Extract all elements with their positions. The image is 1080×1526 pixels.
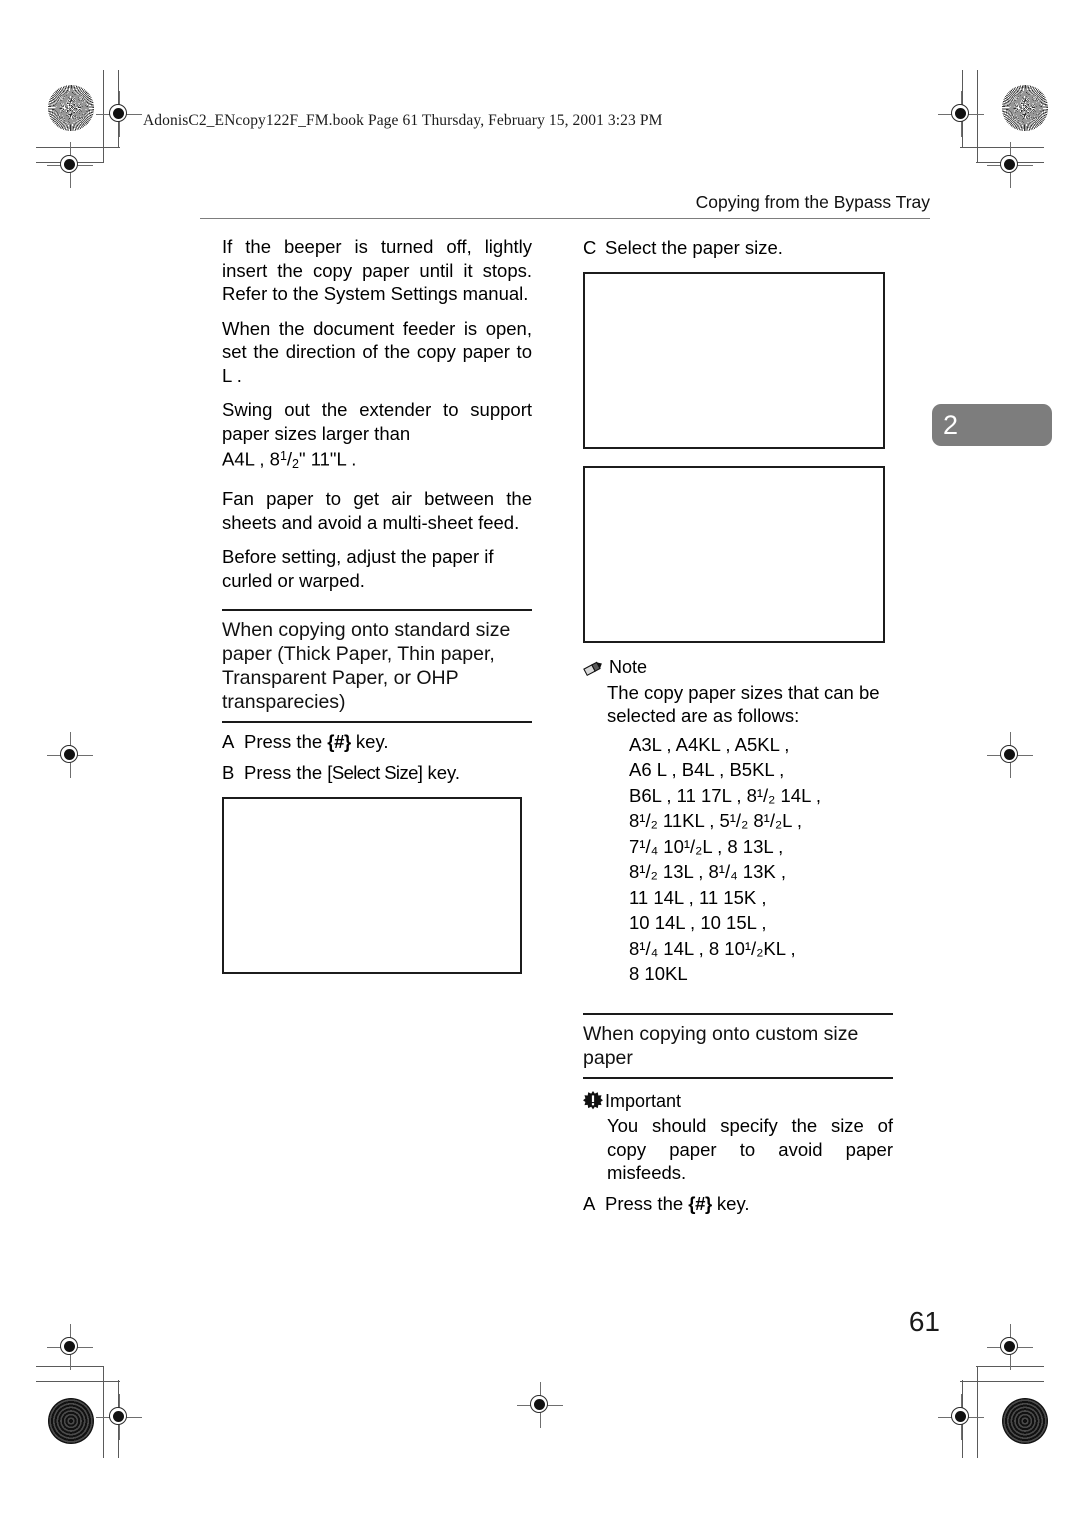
paragraph-extender: Swing out the extender to support paper … [222, 398, 532, 476]
hash-key-label: {#} [327, 731, 351, 753]
section-custom-size-paper: When copying onto custom size paper [583, 1012, 893, 1079]
extender-size-denominator: 2 [292, 456, 299, 471]
step-text-post: key. [711, 1192, 750, 1214]
step-marker: A [222, 731, 235, 753]
figure-placeholder-paper-size-screen-1 [583, 272, 885, 449]
step-marker: A [583, 1192, 596, 1214]
note-header: Note [583, 656, 893, 680]
registration-target [517, 1382, 563, 1428]
paragraph-extender-text: Swing out the extender to support paper … [222, 399, 532, 444]
important-header: Important [583, 1090, 893, 1114]
step-c-select-paper-size: C Select the paper size. [583, 235, 893, 260]
registration-rosette [1002, 1398, 1048, 1444]
paper-size-row: 8¹/₂ 13L , 8¹/₄ 13K , [629, 861, 786, 882]
paragraph-beeper: If the beeper is turned off, lightly ins… [222, 236, 532, 304]
running-header-rule [200, 218, 930, 220]
paper-size-row: A3L , A4KL , A5KL , [629, 733, 790, 755]
step-marker: B [222, 762, 235, 784]
step-a-standard: A Press the {#} key. [222, 729, 532, 754]
figure-placeholder-select-size-screen [222, 797, 522, 975]
extender-size-tail: " 11"L . [299, 448, 357, 470]
registration-target [47, 732, 93, 778]
note-body: The copy paper sizes that can be selecte… [607, 681, 880, 727]
select-size-key-label: [Select Size] [327, 762, 423, 784]
paper-size-row: 11 14L , 11 15K , [629, 886, 767, 908]
step-text: Press the {#} key. [244, 729, 532, 754]
step-marker: C [583, 237, 597, 258]
registration-rosette [48, 85, 94, 131]
crop-mark-line [960, 1381, 1044, 1382]
important-label: Important [605, 1090, 682, 1111]
registration-target [96, 91, 142, 137]
running-header: Copying from the Bypass Tray [695, 192, 930, 212]
step-text: Press the [Select Size] key. [244, 760, 532, 785]
step-text-post: key. [350, 731, 389, 753]
registration-rosette [1002, 85, 1048, 131]
registration-target [987, 142, 1033, 188]
section-heading-standard: When copying onto standard size paper (T… [222, 619, 511, 714]
section-heading-custom: When copying onto custom size paper [583, 1022, 859, 1069]
registration-target [47, 1324, 93, 1370]
paper-size-row: A6 L , B4L , B5KL , [629, 759, 785, 780]
paper-size-row: 10 14L , 10 15L , [629, 912, 767, 933]
hash-key-label: {#} [688, 1192, 712, 1214]
registration-target [987, 1324, 1033, 1370]
step-text-pre: Press the [244, 762, 328, 784]
important-block: Important You should specify the size of… [583, 1090, 893, 1185]
registration-target [938, 91, 984, 137]
step-text: Select the paper size. [605, 237, 783, 258]
step-text-pre: Press the [244, 731, 328, 753]
extender-size-head: A4L , 8 [222, 448, 280, 470]
section-standard-size-paper: When copying onto standard size paper (T… [222, 609, 532, 724]
document-page: AdonisC2_ENcopy122F_FM.book Page 61 Thur… [0, 0, 1080, 1526]
paper-size-row: 8 10KL [629, 963, 688, 984]
step-a-custom: A Press the {#} key. [583, 1191, 893, 1216]
paper-size-list: A3L , A4KL , A5KL , A6 L , B4L , B5KL , … [583, 732, 893, 987]
paper-size-row: 7¹/₄ 10¹/₂L , 8 13L , [629, 835, 784, 857]
registration-target [938, 1394, 984, 1440]
exclamation-burst-icon [583, 1091, 603, 1111]
right-column: C Select the paper size. Note The copy p… [583, 235, 893, 1216]
paragraph-fan-paper: Fan paper to get air between the sheets … [222, 488, 532, 533]
registration-rosette [48, 1398, 94, 1444]
paper-size-row: 8¹/₂ 11KL , 5¹/₂ 8¹/₂L , [629, 810, 803, 831]
paper-size-row: B6L , 11 17L , 8¹/₂ 14L , [629, 784, 821, 806]
registration-target [987, 732, 1033, 778]
chapter-tab: 2 [932, 404, 1052, 446]
important-body: You should specify the size of copy pape… [607, 1115, 893, 1183]
registration-target [47, 142, 93, 188]
paragraph-curled-paper: Before setting, adjust the paper if curl… [222, 546, 494, 591]
note-block: Note The copy paper sizes that can be se… [583, 656, 893, 728]
step-text: Press the {#} key. [605, 1191, 893, 1216]
left-column: If the beeper is turned off, lightly ins… [222, 235, 532, 975]
book-file-slugline: AdonisC2_ENcopy122F_FM.book Page 61 Thur… [143, 112, 663, 129]
paper-size-row: 8¹/₄ 14L , 8 10¹/₂KL , [629, 937, 796, 959]
registration-target [96, 1394, 142, 1440]
step-b-standard: B Press the [Select Size] key. [222, 760, 532, 785]
step-text-post: key. [422, 762, 461, 784]
figure-placeholder-paper-size-screen-2 [583, 466, 885, 643]
extender-size-numerator: 1 [279, 449, 287, 463]
pencil-icon [583, 659, 604, 677]
crop-mark-line [36, 1381, 120, 1382]
step-text-pre: Press the [605, 1192, 689, 1214]
page-number: 61 [908, 1306, 940, 1337]
note-label: Note [609, 657, 648, 677]
paragraph-document-feeder: When the document feeder is open, set th… [222, 317, 532, 386]
